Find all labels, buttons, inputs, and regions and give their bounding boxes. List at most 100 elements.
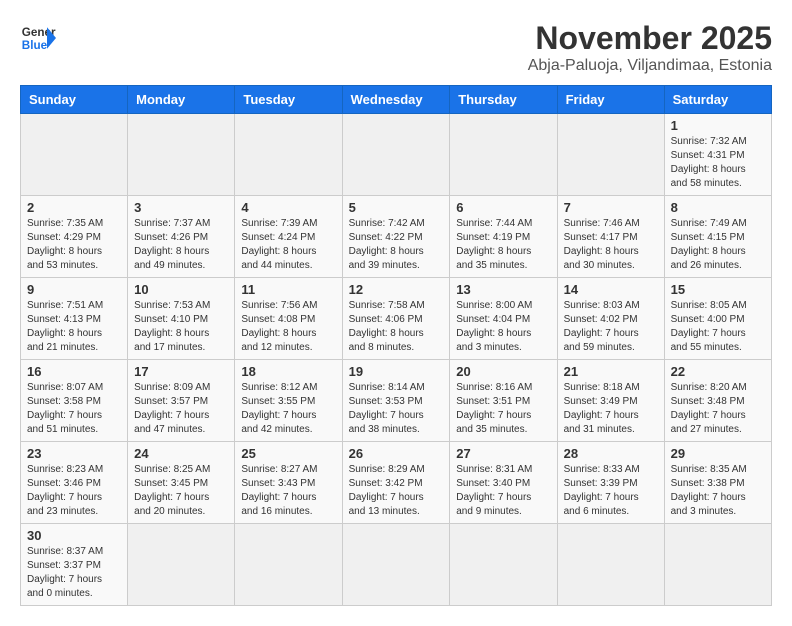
calendar-cell: 1 Sunrise: 7:32 AM Sunset: 4:31 PM Daylig… [664,114,771,196]
day-number: 9 [27,282,121,297]
day-number: 8 [671,200,765,215]
day-number: 10 [134,282,228,297]
day-info: Sunrise: 7:35 AM Sunset: 4:29 PM Dayligh… [27,217,121,273]
weekday-header: Wednesday [342,86,450,114]
day-number: 24 [134,446,228,461]
day-info: Sunrise: 8:18 AM Sunset: 3:49 PM Dayligh… [564,381,658,437]
calendar-cell: 16 Sunrise: 8:07 AM Sunset: 3:58 PM Dayli… [21,360,128,442]
day-info: Sunrise: 7:49 AM Sunset: 4:15 PM Dayligh… [671,217,765,273]
day-number: 23 [27,446,121,461]
day-info: Sunrise: 7:58 AM Sunset: 4:06 PM Dayligh… [349,299,444,355]
day-info: Sunrise: 8:12 AM Sunset: 3:55 PM Dayligh… [241,381,335,437]
day-info: Sunrise: 7:56 AM Sunset: 4:08 PM Dayligh… [241,299,335,355]
location-subtitle: Abja-Paluoja, Viljandimaa, Estonia [528,57,772,75]
calendar-cell [557,524,664,606]
calendar-cell: 5 Sunrise: 7:42 AM Sunset: 4:22 PM Daylig… [342,196,450,278]
calendar-cell: 4Sunrise: 7:39 AM Sunset: 4:24 PM Daylig… [235,196,342,278]
calendar-cell: 2 Sunrise: 7:35 AM Sunset: 4:29 PM Daylig… [21,196,128,278]
weekday-header: Saturday [664,86,771,114]
day-info: Sunrise: 7:46 AM Sunset: 4:17 PM Dayligh… [564,217,658,273]
day-number: 27 [456,446,550,461]
calendar-cell: 28Sunrise: 8:33 AM Sunset: 3:39 PM Dayli… [557,442,664,524]
day-number: 20 [456,364,550,379]
day-number: 19 [349,364,444,379]
day-number: 5 [349,200,444,215]
day-number: 17 [134,364,228,379]
weekday-row: SundayMondayTuesdayWednesdayThursdayFrid… [21,86,772,114]
calendar-cell: 23 Sunrise: 8:23 AM Sunset: 3:46 PM Dayli… [21,442,128,524]
day-info: Sunrise: 8:09 AM Sunset: 3:57 PM Dayligh… [134,381,228,437]
weekday-header: Friday [557,86,664,114]
calendar-cell: 20 Sunrise: 8:16 AM Sunset: 3:51 PM Dayli… [450,360,557,442]
day-number: 1 [671,118,765,133]
day-info: Sunrise: 8:07 AM Sunset: 3:58 PM Dayligh… [27,381,121,437]
day-number: 28 [564,446,658,461]
day-info: Sunrise: 8:37 AM Sunset: 3:37 PM Dayligh… [27,545,121,601]
day-info: Sunrise: 7:51 AM Sunset: 4:13 PM Dayligh… [27,299,121,355]
day-number: 14 [564,282,658,297]
weekday-header: Tuesday [235,86,342,114]
calendar-cell [235,114,342,196]
calendar-week-row: 2 Sunrise: 7:35 AM Sunset: 4:29 PM Daylig… [21,196,772,278]
calendar-cell: 11Sunrise: 7:56 AM Sunset: 4:08 PM Dayli… [235,278,342,360]
calendar-cell: 15Sunrise: 8:05 AM Sunset: 4:00 PM Dayli… [664,278,771,360]
calendar-cell: 30 Sunrise: 8:37 AM Sunset: 3:37 PM Dayli… [21,524,128,606]
weekday-header: Monday [128,86,235,114]
day-info: Sunrise: 8:00 AM Sunset: 4:04 PM Dayligh… [456,299,550,355]
calendar-cell: 17 Sunrise: 8:09 AM Sunset: 3:57 PM Dayli… [128,360,235,442]
month-title: November 2025 [528,20,772,57]
calendar-cell: 26 Sunrise: 8:29 AM Sunset: 3:42 PM Dayli… [342,442,450,524]
day-number: 3 [134,200,228,215]
day-info: Sunrise: 8:16 AM Sunset: 3:51 PM Dayligh… [456,381,550,437]
day-number: 21 [564,364,658,379]
calendar-cell [128,114,235,196]
calendar-cell: 12 Sunrise: 7:58 AM Sunset: 4:06 PM Dayli… [342,278,450,360]
day-number: 26 [349,446,444,461]
calendar-cell: 24Sunrise: 8:25 AM Sunset: 3:45 PM Dayli… [128,442,235,524]
day-number: 7 [564,200,658,215]
day-info: Sunrise: 8:03 AM Sunset: 4:02 PM Dayligh… [564,299,658,355]
calendar-cell [450,114,557,196]
calendar-cell [342,114,450,196]
calendar-cell [21,114,128,196]
day-info: Sunrise: 8:20 AM Sunset: 3:48 PM Dayligh… [671,381,765,437]
calendar-cell [342,524,450,606]
calendar-cell: 14 Sunrise: 8:03 AM Sunset: 4:02 PM Dayli… [557,278,664,360]
calendar-cell: 21 Sunrise: 8:18 AM Sunset: 3:49 PM Dayli… [557,360,664,442]
logo: General Blue [20,20,56,56]
calendar-cell [557,114,664,196]
calendar-cell [450,524,557,606]
title-section: November 2025 Abja-Paluoja, Viljandimaa,… [528,20,772,75]
calendar-header: SundayMondayTuesdayWednesdayThursdayFrid… [21,86,772,114]
calendar-cell [664,524,771,606]
calendar-body: 1 Sunrise: 7:32 AM Sunset: 4:31 PM Daylig… [21,114,772,606]
calendar-table: SundayMondayTuesdayWednesdayThursdayFrid… [20,85,772,606]
day-number: 12 [349,282,444,297]
day-info: Sunrise: 8:29 AM Sunset: 3:42 PM Dayligh… [349,463,444,519]
day-info: Sunrise: 8:23 AM Sunset: 3:46 PM Dayligh… [27,463,121,519]
calendar-cell: 3Sunrise: 7:37 AM Sunset: 4:26 PM Daylig… [128,196,235,278]
day-number: 30 [27,528,121,543]
calendar-week-row: 1 Sunrise: 7:32 AM Sunset: 4:31 PM Daylig… [21,114,772,196]
logo-icon: General Blue [20,20,56,56]
svg-text:Blue: Blue [22,39,48,52]
day-info: Sunrise: 7:42 AM Sunset: 4:22 PM Dayligh… [349,217,444,273]
calendar-cell: 8 Sunrise: 7:49 AM Sunset: 4:15 PM Daylig… [664,196,771,278]
day-number: 6 [456,200,550,215]
calendar-cell: 22Sunrise: 8:20 AM Sunset: 3:48 PM Dayli… [664,360,771,442]
day-info: Sunrise: 8:27 AM Sunset: 3:43 PM Dayligh… [241,463,335,519]
weekday-header: Sunday [21,86,128,114]
day-number: 16 [27,364,121,379]
day-info: Sunrise: 7:44 AM Sunset: 4:19 PM Dayligh… [456,217,550,273]
calendar-cell: 9 Sunrise: 7:51 AM Sunset: 4:13 PM Daylig… [21,278,128,360]
calendar-cell [128,524,235,606]
calendar-cell: 6 Sunrise: 7:44 AM Sunset: 4:19 PM Daylig… [450,196,557,278]
page-header: General Blue November 2025 Abja-Paluoja,… [20,20,772,75]
day-number: 2 [27,200,121,215]
day-number: 25 [241,446,335,461]
calendar-cell: 19Sunrise: 8:14 AM Sunset: 3:53 PM Dayli… [342,360,450,442]
day-info: Sunrise: 8:31 AM Sunset: 3:40 PM Dayligh… [456,463,550,519]
calendar-cell: 13Sunrise: 8:00 AM Sunset: 4:04 PM Dayli… [450,278,557,360]
calendar-week-row: 16 Sunrise: 8:07 AM Sunset: 3:58 PM Dayli… [21,360,772,442]
day-info: Sunrise: 7:32 AM Sunset: 4:31 PM Dayligh… [671,135,765,191]
